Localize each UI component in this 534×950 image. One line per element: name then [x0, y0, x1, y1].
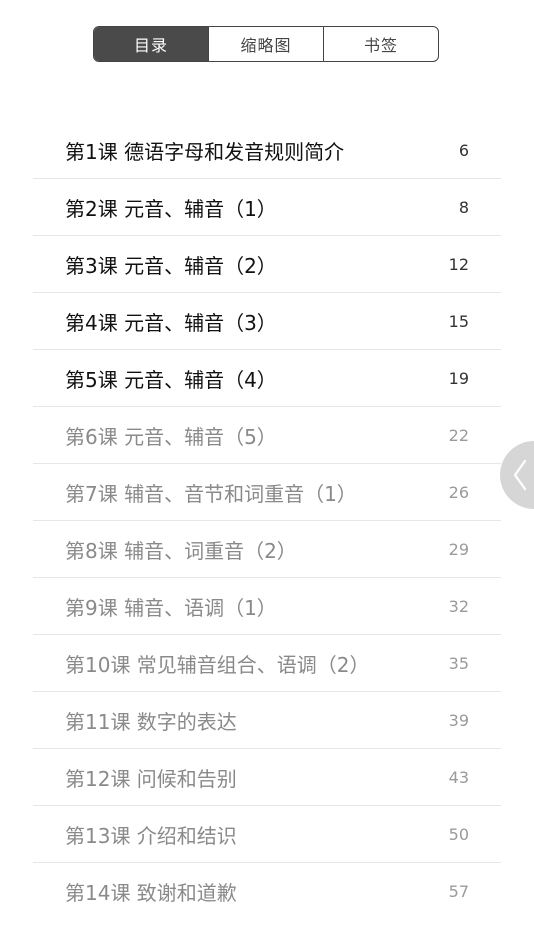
toc-item-title: 第9课 辅音、语调（1） [65, 595, 277, 620]
toc-item-title: 第5课 元音、辅音（4） [65, 367, 277, 392]
tab-contents[interactable]: 目录 [94, 27, 208, 61]
toc-item-title: 第12课 问候和告别 [65, 766, 237, 791]
toc-item[interactable]: 第11课 数字的表达 39 [33, 692, 501, 749]
toc-item-title: 第6课 元音、辅音（5） [65, 424, 277, 449]
toc-item[interactable]: 第8课 辅音、词重音（2） 29 [33, 521, 501, 578]
toc-item[interactable]: 第1课 德语字母和发音规则简介 6 [33, 123, 501, 179]
toc-item[interactable]: 第14课 致谢和道歉 57 [33, 863, 501, 920]
toc-item[interactable]: 第4课 元音、辅音（3） 15 [33, 293, 501, 350]
toc-item-page: 35 [448, 653, 469, 673]
toc-item[interactable]: 第12课 问候和告别 43 [33, 749, 501, 806]
toc-item-page: 8 [458, 197, 469, 217]
view-switcher: 目录 缩略图 书签 [93, 26, 439, 62]
toc-item-page: 57 [448, 882, 469, 901]
toc-item-title: 第7课 辅音、音节和词重音（1） [65, 481, 357, 506]
toc-item-page: 39 [448, 710, 469, 730]
toc-item-title: 第13课 介绍和结识 [65, 823, 237, 848]
toc-item-page: 15 [448, 311, 469, 331]
toc-item-page: 32 [448, 596, 469, 616]
toc-item-page: 26 [448, 482, 469, 502]
toc-item-page: 6 [458, 141, 469, 160]
toc-item[interactable]: 第2课 元音、辅音（1） 8 [33, 179, 501, 236]
toc-item-page: 43 [448, 767, 469, 787]
side-panel-handle[interactable] [500, 441, 534, 509]
toc-item-page: 19 [448, 368, 469, 388]
toc-item[interactable]: 第13课 介绍和结识 50 [33, 806, 501, 863]
toc-item-page: 12 [448, 254, 469, 274]
toc-item-title: 第14课 致谢和道歉 [65, 881, 237, 905]
toc-item-title: 第8课 辅音、词重音（2） [65, 538, 297, 563]
toc-item-page: 50 [448, 824, 469, 844]
toc-item-title: 第3课 元音、辅音（2） [65, 253, 277, 278]
toc-item[interactable]: 第3课 元音、辅音（2） 12 [33, 236, 501, 293]
toc-item[interactable]: 第10课 常见辅音组合、语调（2） 35 [33, 635, 501, 692]
chevron-left-icon [513, 459, 527, 491]
toc-item[interactable]: 第7课 辅音、音节和词重音（1） 26 [33, 464, 501, 521]
toc-item-page: 29 [448, 539, 469, 559]
tab-bookmarks[interactable]: 书签 [323, 27, 438, 61]
table-of-contents: 第1课 德语字母和发音规则简介 6 第2课 元音、辅音（1） 8 第3课 元音、… [33, 123, 501, 920]
tab-thumbnails[interactable]: 缩略图 [208, 27, 323, 61]
toc-item-title: 第11课 数字的表达 [65, 709, 237, 734]
toc-item-page: 22 [448, 425, 469, 445]
toc-item-title: 第1课 德语字母和发音规则简介 [65, 140, 345, 164]
toc-item-title: 第10课 常见辅音组合、语调（2） [65, 652, 370, 677]
toc-item[interactable]: 第5课 元音、辅音（4） 19 [33, 350, 501, 407]
toc-item-title: 第2课 元音、辅音（1） [65, 196, 277, 221]
toc-item[interactable]: 第6课 元音、辅音（5） 22 [33, 407, 501, 464]
toc-item-title: 第4课 元音、辅音（3） [65, 310, 277, 335]
toc-item[interactable]: 第9课 辅音、语调（1） 32 [33, 578, 501, 635]
